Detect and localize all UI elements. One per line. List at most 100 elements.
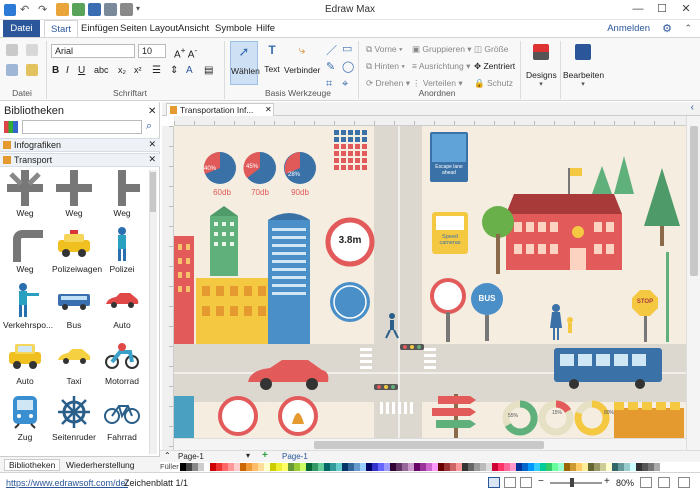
ellipse-tool-icon[interactable]: ◯ bbox=[342, 60, 354, 73]
connector-tool-button[interactable]: ⤷ Verbinder bbox=[284, 41, 320, 85]
shape-weg-3[interactable]: Weg bbox=[100, 170, 144, 218]
color-swatches[interactable] bbox=[180, 463, 660, 471]
drawing-canvas[interactable]: 60db 70db 90db 40% 45% 28% 3.8m Escape l… bbox=[174, 126, 686, 438]
search-icon[interactable]: ⌕ bbox=[146, 120, 152, 133]
select-tool-button[interactable]: ➚ Wählen bbox=[230, 41, 260, 85]
align-button[interactable]: ≡ Ausrichtung ▾ bbox=[412, 61, 470, 72]
tab-datei[interactable]: Datei bbox=[3, 20, 40, 38]
sheet-indicator: Zeichenblatt 1/1 bbox=[124, 478, 189, 488]
zoom-out-icon[interactable]: − bbox=[538, 476, 544, 487]
document-tab[interactable]: Transportation Inf... ✕ bbox=[166, 103, 274, 116]
format-painter-icon[interactable] bbox=[26, 64, 38, 76]
pen-tool-icon[interactable]: ✎ bbox=[326, 60, 335, 73]
shape-polizeiwagen[interactable]: Polizeiwagen bbox=[52, 226, 102, 274]
page-tab[interactable]: Page-1 bbox=[282, 452, 308, 461]
send-back-button[interactable]: ⧉ Hinten ▾ bbox=[366, 61, 405, 72]
color-swatch[interactable] bbox=[654, 463, 660, 471]
chevron-down-icon[interactable]: ▾ bbox=[246, 451, 250, 460]
scrollbar-thumb[interactable] bbox=[314, 441, 544, 449]
group-button[interactable]: ▣ Gruppieren ▾ bbox=[412, 44, 472, 55]
underline-icon[interactable]: U bbox=[78, 65, 85, 76]
tab-hilfe[interactable]: Hilfe bbox=[250, 20, 281, 38]
separator bbox=[560, 41, 561, 99]
text-effect-icon[interactable]: ▤ bbox=[204, 65, 213, 76]
font-name-select[interactable]: Arial bbox=[51, 44, 135, 58]
close-icon[interactable]: ✕ bbox=[265, 105, 272, 114]
website-link[interactable]: https://www.edrawsoft.com/de/ bbox=[6, 478, 128, 488]
line-spacing-icon[interactable]: ⇕ bbox=[170, 65, 178, 76]
text-tool-button[interactable]: T Text bbox=[261, 41, 283, 85]
zoom-slider[interactable] bbox=[550, 482, 602, 484]
superscript-icon[interactable]: x² bbox=[134, 65, 142, 75]
panel-expand-icon[interactable]: ‹ bbox=[691, 102, 694, 113]
zoom-in-icon[interactable]: + bbox=[604, 476, 610, 487]
shape-seitenruder[interactable]: Seitenruder bbox=[52, 394, 96, 442]
shape-weg-2[interactable]: Weg bbox=[52, 170, 96, 218]
full-screen-icon[interactable] bbox=[520, 477, 532, 488]
paste-icon[interactable] bbox=[6, 64, 18, 76]
gear-icon[interactable]: ⚙ bbox=[662, 22, 672, 35]
vertical-scrollbar[interactable] bbox=[686, 116, 700, 450]
center-button[interactable]: ✥ Zentriert bbox=[474, 61, 515, 72]
shape-bus[interactable]: Bus bbox=[52, 282, 96, 330]
shape-zug[interactable]: Zug bbox=[3, 394, 47, 442]
font-size-select[interactable]: 10 bbox=[138, 44, 166, 58]
shape-motorrad[interactable]: Motorrad bbox=[100, 338, 144, 386]
italic-icon[interactable]: I bbox=[66, 65, 69, 76]
library-category-infografiken[interactable]: Infografiken ✕ bbox=[0, 138, 160, 152]
line-tool-icon[interactable]: ／ bbox=[326, 42, 337, 58]
minimize-icon[interactable]: — bbox=[628, 2, 648, 17]
scrollbar-thumb[interactable] bbox=[690, 126, 698, 276]
subscript-icon[interactable]: x₂ bbox=[118, 65, 126, 75]
align-icon[interactable]: ☰ bbox=[152, 65, 161, 76]
shape-weg-4[interactable]: Weg bbox=[3, 226, 47, 274]
shape-taxi[interactable]: Taxi bbox=[52, 338, 96, 386]
shape-weg-1[interactable]: Weg bbox=[3, 170, 47, 218]
rotate-button[interactable]: ⟳ Drehen ▾ bbox=[366, 78, 410, 89]
close-icon[interactable]: ✕ bbox=[148, 139, 156, 150]
shape-auto-2[interactable]: Auto bbox=[3, 338, 47, 386]
login-link[interactable]: Anmelden bbox=[607, 23, 650, 34]
library-scrollbar[interactable] bbox=[149, 170, 157, 454]
size-button[interactable]: ◫ Größe bbox=[474, 44, 509, 55]
cut-icon[interactable] bbox=[6, 44, 18, 56]
tab-start[interactable]: Start bbox=[44, 20, 79, 38]
fit-page-icon[interactable] bbox=[640, 477, 652, 488]
transform-tool-icon[interactable]: ⌖ bbox=[342, 78, 348, 91]
bring-front-button[interactable]: ⧉ Vorne ▾ bbox=[366, 44, 403, 55]
maximize-icon[interactable]: ☐ bbox=[652, 2, 672, 17]
grow-font-icon[interactable]: A+ A- bbox=[174, 45, 197, 60]
zoom-slider-thumb[interactable] bbox=[570, 478, 574, 487]
add-page-icon[interactable]: + bbox=[262, 450, 268, 461]
shape-polizei[interactable]: Polizei bbox=[100, 226, 144, 274]
expand-icon[interactable] bbox=[678, 477, 690, 488]
fit-width-icon[interactable] bbox=[658, 477, 670, 488]
ribbon-collapse-icon[interactable]: ⌃ bbox=[684, 23, 692, 34]
font-color-icon[interactable]: A bbox=[186, 65, 193, 76]
shape-fahrrad[interactable]: Fahrrad bbox=[100, 394, 144, 442]
protect-button[interactable]: 🔒 Schutz bbox=[474, 78, 513, 89]
shape-auto-1[interactable]: Auto bbox=[100, 282, 144, 330]
strikethrough-icon[interactable]: abc bbox=[94, 65, 109, 75]
close-icon[interactable]: ✕ bbox=[148, 154, 156, 165]
ring-label-2: 15% bbox=[551, 410, 562, 416]
edit-button[interactable]: Bearbeiten ▾ bbox=[563, 42, 604, 98]
library-category-transport[interactable]: Transport ✕ bbox=[0, 153, 160, 167]
chevron-up-icon[interactable]: ⌃ bbox=[164, 451, 171, 460]
page-select[interactable]: Page-1 bbox=[178, 452, 204, 461]
scrollbar-thumb[interactable] bbox=[150, 172, 156, 212]
close-icon[interactable]: ✕ bbox=[148, 106, 156, 117]
copy-icon[interactable] bbox=[26, 44, 38, 56]
rectangle-tool-icon[interactable]: ▭ bbox=[342, 42, 352, 55]
page-view-icon[interactable] bbox=[488, 477, 500, 488]
shape-verkehrspolizist[interactable]: Verkehrspo... bbox=[3, 282, 53, 330]
library-grid-icon[interactable] bbox=[4, 121, 18, 133]
tab-wiederherstellung[interactable]: Wiederherstellung bbox=[66, 460, 135, 470]
designs-button[interactable]: Designs ▾ bbox=[526, 42, 557, 98]
tab-bibliotheken[interactable]: Bibliotheken bbox=[4, 459, 61, 471]
close-icon[interactable]: ✕ bbox=[676, 2, 696, 17]
bold-icon[interactable]: B bbox=[52, 65, 59, 76]
fit-view-icon[interactable] bbox=[504, 477, 516, 488]
horizontal-scrollbar[interactable] bbox=[174, 438, 686, 450]
library-search-input[interactable] bbox=[22, 120, 142, 134]
